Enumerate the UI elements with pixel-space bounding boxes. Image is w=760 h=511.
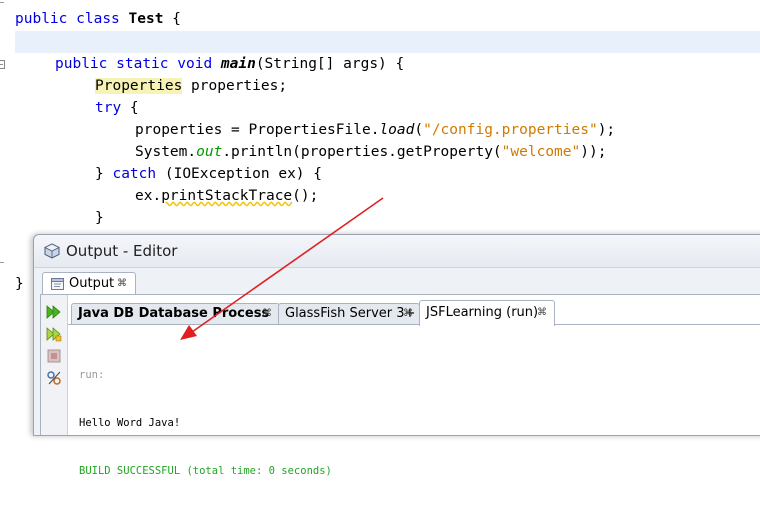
output-tab-icon <box>51 278 64 290</box>
process-tabs: Java DB Database Process ⌘ GlassFish Ser… <box>68 300 760 326</box>
tab-output-label: Output <box>69 276 115 291</box>
tab-label: GlassFish Server 3+ <box>285 306 416 321</box>
gutter-tick <box>0 2 4 3</box>
stop-icon[interactable] <box>46 348 62 364</box>
output-toolbar <box>41 295 68 435</box>
window-titlebar[interactable]: Output - Editor <box>34 235 760 268</box>
console-output[interactable]: run: Hello Word Java! BUILD SUCCESSFUL (… <box>79 335 332 511</box>
console-line: run: <box>79 369 105 381</box>
tab-java-db-process[interactable]: Java DB Database Process ⌘ <box>71 303 280 324</box>
output-window-icon <box>44 243 60 259</box>
output-window: Output - Editor Output ⌘ Java DB Databas… <box>33 234 760 477</box>
tab-label: Java DB Database Process <box>78 306 270 321</box>
console-line: Hello Word Java! <box>79 417 181 429</box>
settings-icon[interactable] <box>46 370 62 386</box>
rerun-different-params-icon[interactable] <box>46 326 62 342</box>
println-line: System.out.println(properties.getPropert… <box>135 144 607 160</box>
rerun-icon[interactable] <box>46 304 62 320</box>
tab-jsflearning-run[interactable]: JSFLearning (run) ⌘ <box>419 300 555 326</box>
closing-brace-outer: } <box>15 276 24 292</box>
gutter-tick <box>0 262 4 263</box>
load-line: properties = PropertiesFile.load("/confi… <box>135 122 616 138</box>
fold-collapse-icon[interactable]: − <box>0 60 5 69</box>
tab-close-icon[interactable]: ⌘ <box>262 304 272 324</box>
main-method-line: public static void main(String[] args) { <box>55 56 405 72</box>
tab-glassfish-server[interactable]: GlassFish Server 3+ ⌘ <box>278 303 420 324</box>
properties-declaration-line: Properties properties; <box>95 78 288 94</box>
try-line: try { <box>95 100 139 116</box>
current-line-highlight <box>15 31 760 53</box>
tab-label: JSFLearning (run) <box>426 305 539 320</box>
tab-output-close-icon[interactable]: ⌘ <box>117 278 127 289</box>
console-line: BUILD SUCCESSFUL (total time: 0 seconds) <box>79 465 332 477</box>
closing-brace-inner: } <box>95 210 104 226</box>
tab-output[interactable]: Output ⌘ <box>42 272 136 295</box>
class-declaration-line: public class Test { <box>15 11 181 27</box>
tab-close-icon[interactable]: ⌘ <box>537 301 547 325</box>
output-panel: Java DB Database Process ⌘ GlassFish Ser… <box>40 294 760 477</box>
catch-line: } catch (IOException ex) { <box>95 166 322 182</box>
tab-close-icon[interactable]: ⌘ <box>403 304 413 324</box>
print-stack-trace-line: ex.printStackTrace(); <box>135 188 319 204</box>
window-title: Output - Editor <box>66 242 178 260</box>
